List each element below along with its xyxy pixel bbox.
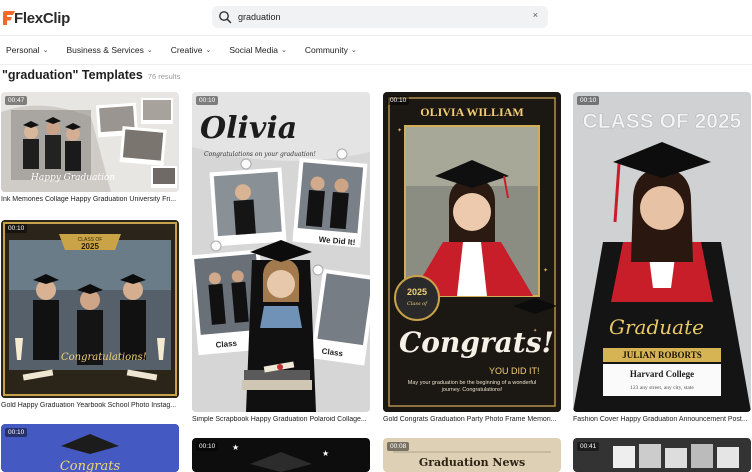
college-address: 123 any street, any city, state: [630, 385, 694, 391]
thumbnail-art: CLASS OF 2025 Graduate JULIAN ROBORTS Ha…: [573, 92, 751, 412]
category-nav: Personal ⌄ Business & Services ⌄ Creative ⌄…: [0, 40, 752, 60]
thumbnail-art: ★ ★: [192, 438, 370, 472]
duration-badge: 00:10: [577, 96, 600, 105]
nav-label: Community: [304, 45, 348, 55]
polaroid-label: Class: [215, 339, 238, 350]
thumbnail-message: May your graduation be the beginning of …: [407, 380, 537, 394]
template-card[interactable]: Olivia Congratulations on your graduatio…: [192, 92, 370, 430]
flexclip-logo[interactable]: FlexClip: [2, 9, 70, 27]
thumbnail-art: [573, 438, 751, 472]
flexclip-logo-icon: [3, 11, 15, 25]
template-caption[interactable]: Simple Scrapbook Happy Graduation Polaro…: [192, 416, 370, 423]
thumbnail-art: Congrats: [1, 424, 179, 472]
chevron-down-icon: ⌄: [205, 47, 212, 54]
nav-label: Creative: [170, 45, 203, 55]
template-card[interactable]: OLIVIA WILLIAM 2025 Class of Congrats! Y…: [383, 92, 561, 430]
nav-business-services[interactable]: Business & Services ⌄: [66, 45, 152, 55]
graduate-name: JULIAN ROBORTS: [622, 350, 701, 360]
results-title: "graduation" Templates: [2, 68, 143, 82]
duration-badge: 00:10: [196, 442, 219, 451]
results-count: 76 results: [147, 72, 181, 81]
duration-badge: 00:10: [5, 428, 28, 437]
chevron-down-icon: ⌄: [281, 47, 287, 54]
chevron-down-icon: ⌄: [350, 47, 357, 54]
ribbon-year: 2025: [81, 242, 99, 251]
thumbnail-subtitle: Congratulations on your graduation!: [204, 151, 316, 158]
duration-badge: 00:41: [577, 442, 600, 451]
thumbnail-art: OLIVIA WILLIAM 2025 Class of Congrats! Y…: [383, 92, 561, 412]
nav-divider: [0, 64, 752, 65]
you-did-it-text: YOU DID IT!: [489, 366, 540, 376]
template-card[interactable]: Congrats 00:10: [1, 424, 179, 472]
duration-badge: 00:10: [196, 96, 219, 105]
thumbnail-title: OLIVIA WILLIAM: [420, 105, 523, 119]
badge-year: 2025: [407, 287, 427, 297]
thumbnail-text: Graduation News: [419, 456, 525, 469]
template-thumbnail[interactable]: [573, 438, 751, 472]
template-card[interactable]: CLASS OF 2025 Graduate JULIAN ROBORTS Ha…: [573, 92, 751, 430]
thumbnail-title: CLASS OF 2025: [583, 110, 742, 133]
nav-label: Social Media: [229, 45, 278, 55]
template-card[interactable]: ★ ★ 00:10: [192, 438, 370, 472]
template-card[interactable]: Happy Graduation 00:47 Ink Memories Coll…: [1, 92, 179, 212]
nav-creative[interactable]: Creative ⌄: [171, 45, 212, 55]
thumbnail-art: CLASS OF 2025 Congratulations!: [1, 220, 179, 398]
thumbnail-art: Happy Graduation: [1, 92, 179, 192]
chevron-down-icon: ⌄: [42, 47, 49, 54]
top-bar: FlexClip ×: [0, 0, 752, 36]
svg-text:✦: ✦: [533, 328, 537, 334]
duration-badge: 00:10: [387, 96, 410, 105]
congrats-text: Congrats!: [399, 326, 554, 359]
template-thumbnail[interactable]: Graduation News: [383, 438, 561, 472]
thumbnail-text: Congrats: [60, 459, 121, 472]
nav-personal[interactable]: Personal ⌄: [6, 45, 48, 55]
chevron-down-icon: ⌄: [146, 47, 153, 54]
template-card[interactable]: Graduation News 00:08: [383, 438, 561, 472]
template-thumbnail[interactable]: ★ ★: [192, 438, 370, 472]
template-caption[interactable]: Gold Congrats Graduation Party Photo Fra…: [383, 416, 561, 423]
thumbnail-title: Olivia: [200, 111, 297, 146]
nav-label: Business & Services: [66, 45, 144, 55]
template-thumbnail[interactable]: Happy Graduation: [1, 92, 179, 192]
template-thumbnail[interactable]: Congrats: [1, 424, 179, 472]
duration-badge: 00:10: [5, 224, 28, 233]
template-thumbnail[interactable]: CLASS OF 2025 Congratulations!: [1, 220, 179, 398]
search-input[interactable]: [238, 12, 508, 22]
svg-text:★: ★: [322, 449, 329, 458]
thumbnail-text: Congratulations!: [61, 352, 147, 363]
search-icon: [219, 11, 232, 24]
results-heading: "graduation" Templates 76 results: [2, 68, 180, 82]
nav-community[interactable]: Community ⌄: [305, 45, 357, 55]
svg-text:★: ★: [232, 443, 239, 452]
thumbnail-art: Olivia Congratulations on your graduatio…: [192, 92, 370, 412]
duration-badge: 00:47: [5, 96, 28, 105]
clear-search-icon[interactable]: ×: [533, 10, 538, 20]
template-caption[interactable]: Gold Happy Graduation Yearbook School Ph…: [1, 402, 179, 409]
brand-name: FlexClip: [14, 9, 70, 27]
badge-sub: Class of: [407, 301, 428, 307]
duration-badge: 00:08: [387, 442, 410, 451]
template-caption[interactable]: Ink Memories Collage Happy Graduation Un…: [1, 196, 179, 203]
svg-text:✦: ✦: [397, 127, 402, 134]
nav-label: Personal: [6, 45, 40, 55]
thumbnail-text: Happy Graduation: [30, 173, 115, 183]
template-card[interactable]: 00:41: [573, 438, 751, 472]
thumbnail-art: Graduation News: [383, 438, 561, 472]
college-name: Harvard College: [630, 369, 694, 379]
template-thumbnail[interactable]: OLIVIA WILLIAM 2025 Class of Congrats! Y…: [383, 92, 561, 412]
svg-text:✦: ✦: [543, 267, 548, 274]
template-thumbnail[interactable]: CLASS OF 2025 Graduate JULIAN ROBORTS Ha…: [573, 92, 751, 412]
nav-social-media[interactable]: Social Media ⌄: [229, 45, 287, 55]
template-card[interactable]: CLASS OF 2025 Congratulations! 00:10 Gol…: [1, 220, 179, 414]
thumbnail-script: Graduate: [609, 315, 704, 339]
template-caption[interactable]: Fashion Cover Happy Graduation Announcem…: [573, 416, 751, 423]
template-thumbnail[interactable]: Olivia Congratulations on your graduatio…: [192, 92, 370, 412]
search-bar[interactable]: ×: [212, 6, 548, 28]
